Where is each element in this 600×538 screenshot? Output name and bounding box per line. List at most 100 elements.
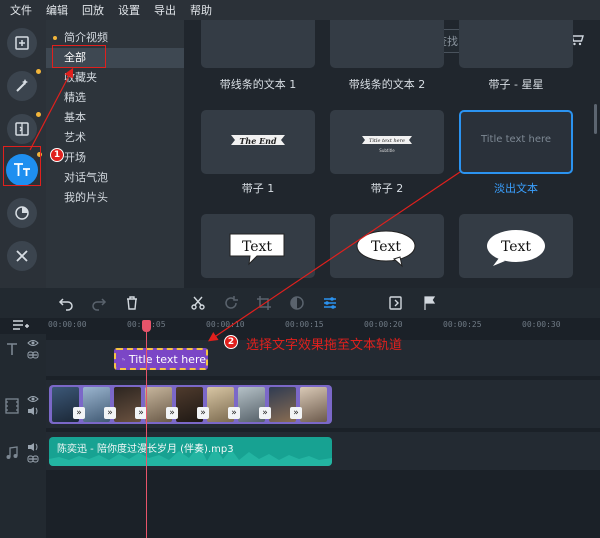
video-thumbnail bbox=[300, 387, 327, 422]
audio-record-icon[interactable] bbox=[388, 295, 404, 311]
add-track-icon[interactable] bbox=[12, 319, 30, 333]
video-clip[interactable]: » » » » » » » » bbox=[49, 385, 332, 424]
menu-help[interactable]: 帮助 bbox=[190, 2, 212, 18]
tile-label: 带线条的文本 1 bbox=[219, 78, 297, 91]
ribbon-preview: Title text here Subtitle bbox=[362, 136, 412, 153]
speech-bubble-preview: Text bbox=[487, 230, 545, 266]
speaker-icon[interactable] bbox=[27, 442, 39, 452]
callout-text: 选择文字效果拖至文本轨道 bbox=[246, 338, 403, 353]
title-tile[interactable] bbox=[459, 20, 573, 68]
timeline-toolbar bbox=[0, 288, 600, 318]
ribbon-preview: The End bbox=[231, 135, 285, 146]
audio-clip[interactable]: 陈奕迅 - 陪你度过漫长岁月 (伴奏).mp3 bbox=[49, 437, 332, 466]
new-dot bbox=[36, 112, 41, 117]
ruler-time: 00:00:30 bbox=[522, 320, 561, 329]
import-button[interactable] bbox=[7, 28, 37, 58]
filters-button[interactable] bbox=[7, 69, 41, 101]
transition-icon[interactable]: » bbox=[259, 407, 271, 419]
title-tile-selected[interactable]: Title text here bbox=[459, 110, 573, 174]
category-basic[interactable]: 基本 bbox=[46, 108, 184, 128]
redo-icon[interactable] bbox=[91, 295, 107, 311]
undo-icon[interactable] bbox=[58, 295, 74, 311]
new-dot bbox=[36, 69, 41, 74]
title-tile[interactable] bbox=[330, 20, 444, 68]
category-featured[interactable]: 精选 bbox=[46, 88, 184, 108]
transition-icon[interactable]: » bbox=[197, 407, 209, 419]
eye-icon[interactable] bbox=[27, 338, 39, 348]
tile-preview-text: Text bbox=[242, 239, 272, 255]
link-icon[interactable] bbox=[27, 454, 39, 464]
speaker-icon[interactable] bbox=[27, 406, 39, 416]
step-badge: 2 bbox=[224, 335, 238, 349]
highlight-titles-button bbox=[3, 146, 41, 186]
title-track-icon bbox=[7, 343, 17, 355]
category-art[interactable]: 艺术 bbox=[46, 128, 184, 148]
menu-playback[interactable]: 回放 bbox=[82, 2, 104, 18]
tile-preview-text: Text bbox=[501, 239, 531, 255]
ruler-time: 00:00:00 bbox=[48, 320, 87, 329]
title-tile[interactable]: Text bbox=[459, 214, 573, 278]
tile-preview-text: Title text here bbox=[480, 134, 552, 145]
tile-label: 带子 2 bbox=[370, 182, 404, 195]
menu-file[interactable]: 文件 bbox=[10, 2, 32, 18]
video-track-icon bbox=[5, 398, 19, 414]
title-tile[interactable]: Title text here Subtitle bbox=[330, 110, 444, 174]
playhead-handle[interactable] bbox=[142, 320, 151, 332]
transition-icon[interactable]: » bbox=[228, 407, 240, 419]
menu-export[interactable]: 导出 bbox=[154, 2, 176, 18]
transition-icon[interactable]: » bbox=[73, 407, 85, 419]
title-tile[interactable]: Text bbox=[330, 214, 444, 278]
transition-icon[interactable]: » bbox=[166, 407, 178, 419]
tile-preview-text: Title text here bbox=[369, 138, 405, 144]
stickers-icon bbox=[15, 206, 29, 220]
category-speech-bubbles[interactable]: 对话气泡 bbox=[46, 168, 184, 188]
eye-icon[interactable] bbox=[27, 394, 39, 404]
tile-label-selected: 淡出文本 bbox=[494, 182, 538, 195]
crop-icon[interactable] bbox=[256, 295, 272, 311]
ruler-time: 00:00:15 bbox=[285, 320, 324, 329]
delete-icon[interactable] bbox=[124, 295, 140, 311]
tile-label: 带线条的文本 2 bbox=[348, 78, 426, 91]
timeline-ruler[interactable]: 00:00:00 00:00:05 00:00:10 00:00:15 00:0… bbox=[46, 318, 600, 334]
title-tile[interactable]: The End bbox=[201, 110, 315, 174]
stickers-button[interactable] bbox=[7, 198, 37, 228]
speech-bubble-preview: Text bbox=[229, 233, 285, 266]
category-favorites[interactable]: 收藏夹 bbox=[46, 68, 184, 88]
rotate-icon[interactable] bbox=[223, 295, 239, 311]
titles-icon bbox=[122, 357, 125, 360]
title-clip-label: Title text here bbox=[128, 352, 206, 366]
transitions-icon bbox=[15, 122, 29, 136]
link-icon[interactable] bbox=[27, 350, 39, 360]
music-track-icon bbox=[6, 446, 18, 459]
title-tile[interactable] bbox=[201, 20, 315, 68]
transition-icon[interactable]: » bbox=[290, 407, 302, 419]
playhead-line bbox=[146, 325, 147, 538]
marker-flag-icon[interactable] bbox=[421, 295, 437, 311]
step-badge: 1 bbox=[50, 148, 64, 162]
cut-icon[interactable] bbox=[190, 295, 206, 311]
ruler-time: 00:00:10 bbox=[206, 320, 245, 329]
category-opening[interactable]: 开场 bbox=[46, 148, 184, 168]
tile-preview-subtext: Subtitle bbox=[379, 148, 395, 153]
more-tools-button[interactable] bbox=[7, 241, 37, 271]
transition-icon[interactable]: » bbox=[104, 407, 116, 419]
title-tile[interactable]: Text bbox=[201, 214, 315, 278]
ruler-time: 00:00:25 bbox=[443, 320, 482, 329]
color-adjust-icon[interactable] bbox=[289, 295, 305, 311]
gallery-scrollbar[interactable] bbox=[594, 104, 597, 134]
menu-bar: 文件 编辑 回放 设置 导出 帮助 bbox=[0, 0, 600, 20]
speech-bubble-preview: Text bbox=[356, 230, 416, 268]
menu-edit[interactable]: 编辑 bbox=[46, 2, 68, 18]
more-tools-icon bbox=[16, 250, 28, 262]
transitions-button[interactable] bbox=[7, 112, 41, 144]
title-clip[interactable]: Title text here bbox=[114, 348, 208, 370]
tile-label: 带子 1 bbox=[241, 182, 275, 195]
highlight-category-all bbox=[52, 45, 106, 68]
track-headers bbox=[0, 334, 46, 538]
tile-preview-text: The End bbox=[239, 136, 277, 146]
menu-settings[interactable]: 设置 bbox=[118, 2, 140, 18]
category-my-titles[interactable]: 我的片头 bbox=[46, 188, 184, 208]
magic-wand-icon bbox=[16, 79, 28, 92]
clip-properties-icon[interactable] bbox=[322, 295, 338, 311]
tile-preview-text: Text bbox=[371, 239, 401, 255]
